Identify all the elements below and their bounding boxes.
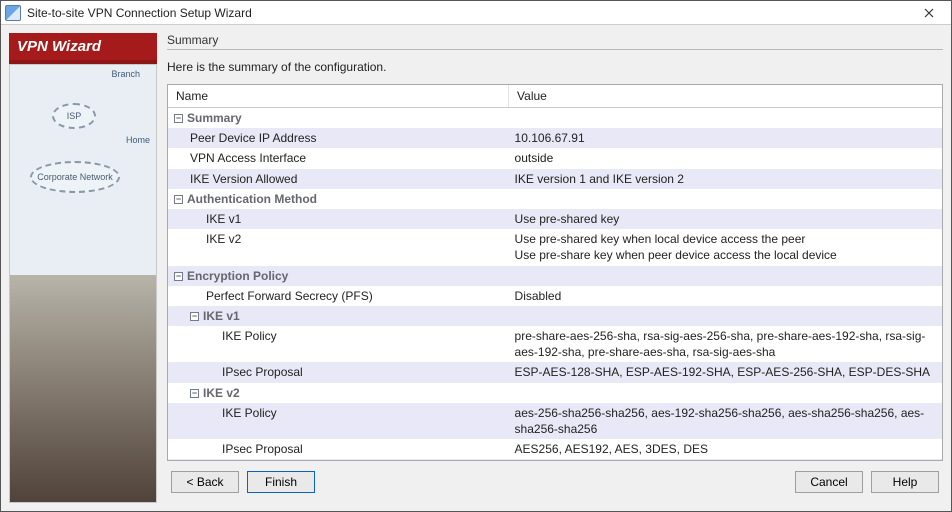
cell-name: Peer Device IP Address xyxy=(168,128,509,148)
cell-value xyxy=(509,266,942,286)
cell-name: IPsec Proposal xyxy=(168,362,509,382)
section-heading: Summary xyxy=(167,33,943,50)
cell-name: IKE Policy xyxy=(168,403,509,439)
col-value: Value xyxy=(509,85,942,108)
back-button[interactable]: < Back xyxy=(171,471,239,493)
table-header-row: Name Value xyxy=(168,85,942,108)
close-button[interactable] xyxy=(907,1,951,24)
finish-button[interactable]: Finish xyxy=(247,471,315,493)
table-row: IKE Policyaes-256-sha256-sha256, aes-192… xyxy=(168,403,942,439)
photo-graphic xyxy=(10,275,156,502)
table-row: IKE Policypre-share-aes-256-sha, rsa-sig… xyxy=(168,326,942,362)
cell-name: −Authentication Method xyxy=(168,189,509,209)
sidebar: VPN Wizard Branch ISP Home Corporate Net… xyxy=(9,33,157,503)
table-row: IPsec ProposalAES256, AES192, AES, 3DES,… xyxy=(168,439,942,459)
cell-name: VPN Access Interface xyxy=(168,148,509,168)
titlebar: Site-to-site VPN Connection Setup Wizard xyxy=(1,1,951,25)
cell-value xyxy=(509,383,942,403)
collapse-toggle-icon[interactable]: − xyxy=(174,272,183,281)
cell-value: outside xyxy=(509,148,942,168)
cell-value xyxy=(509,306,942,326)
collapse-toggle-icon[interactable]: − xyxy=(174,114,183,123)
col-name: Name xyxy=(168,85,509,108)
collapse-toggle-icon[interactable]: − xyxy=(190,389,199,398)
section-row: −IKE v1 xyxy=(168,306,942,326)
cell-value: aes-256-sha256-sha256, aes-192-sha256-sh… xyxy=(509,403,942,439)
section-label: IKE v1 xyxy=(203,309,240,323)
table-row: VPN Access Interfaceoutside xyxy=(168,148,942,168)
section-subheading: Here is the summary of the configuration… xyxy=(167,60,943,74)
cell-name: −IKE v2 xyxy=(168,383,509,403)
button-row: < Back Finish Cancel Help xyxy=(167,461,943,503)
network-diagram: Branch ISP Home Corporate Network xyxy=(10,65,156,275)
window-title: Site-to-site VPN Connection Setup Wizard xyxy=(27,6,907,20)
cell-name: IKE v2 xyxy=(168,229,509,265)
cell-name: IKE v1 xyxy=(168,209,509,229)
table-row: IKE Version AllowedIKE version 1 and IKE… xyxy=(168,169,942,189)
cell-name: Perfect Forward Secrecy (PFS) xyxy=(168,286,509,306)
cell-name: −IKE v1 xyxy=(168,306,509,326)
sidebar-image: Branch ISP Home Corporate Network xyxy=(9,64,157,503)
section-row: −Encryption Policy xyxy=(168,266,942,286)
cell-value: ESP-AES-128-SHA, ESP-AES-192-SHA, ESP-AE… xyxy=(509,362,942,382)
cell-value: Use pre-shared key when local device acc… xyxy=(509,229,942,265)
section-row: −Authentication Method xyxy=(168,189,942,209)
section-label: Authentication Method xyxy=(187,192,317,206)
section-row: −Summary xyxy=(168,108,942,129)
cell-name: IKE Policy xyxy=(168,326,509,362)
table-row: IKE v1Use pre-shared key xyxy=(168,209,942,229)
cell-name: IPsec Proposal xyxy=(168,439,509,459)
cell-name: IKE Version Allowed xyxy=(168,169,509,189)
label-isp: ISP xyxy=(52,103,96,129)
cell-name: −Encryption Policy xyxy=(168,266,509,286)
section-label: Encryption Policy xyxy=(187,269,288,283)
table-row: Perfect Forward Secrecy (PFS)Disabled xyxy=(168,286,942,306)
cell-value: 10.106.67.91 xyxy=(509,128,942,148)
cell-value: AES256, AES192, AES, 3DES, DES xyxy=(509,439,942,459)
summary-table: Name Value −SummaryPeer Device IP Addres… xyxy=(167,84,943,461)
label-home: Home xyxy=(126,135,150,145)
sidebar-banner: VPN Wizard xyxy=(9,33,157,64)
label-branch: Branch xyxy=(111,69,140,79)
table-row: IKE v2Use pre-shared key when local devi… xyxy=(168,229,942,265)
app-icon xyxy=(5,5,21,21)
table-row: IPsec ProposalESP-AES-128-SHA, ESP-AES-1… xyxy=(168,362,942,382)
cell-value xyxy=(509,189,942,209)
collapse-toggle-icon[interactable]: − xyxy=(190,312,199,321)
cell-value: IKE version 1 and IKE version 2 xyxy=(509,169,942,189)
section-row: −IKE v2 xyxy=(168,383,942,403)
table-row: Peer Device IP Address10.106.67.91 xyxy=(168,128,942,148)
help-button[interactable]: Help xyxy=(871,471,939,493)
cell-name: −Summary xyxy=(168,108,509,129)
cell-value: Use pre-shared key xyxy=(509,209,942,229)
cell-value: pre-share-aes-256-sha, rsa-sig-aes-256-s… xyxy=(509,326,942,362)
label-corp: Corporate Network xyxy=(30,161,120,193)
collapse-toggle-icon[interactable]: − xyxy=(174,195,183,204)
body: VPN Wizard Branch ISP Home Corporate Net… xyxy=(1,25,951,511)
window: Site-to-site VPN Connection Setup Wizard… xyxy=(0,0,952,512)
cell-value xyxy=(509,108,942,129)
section-label: IKE v2 xyxy=(203,386,240,400)
cell-value: Disabled xyxy=(509,286,942,306)
cancel-button[interactable]: Cancel xyxy=(795,471,863,493)
section-label: Summary xyxy=(187,111,242,125)
close-icon xyxy=(924,8,934,18)
main: Summary Here is the summary of the confi… xyxy=(167,33,943,503)
